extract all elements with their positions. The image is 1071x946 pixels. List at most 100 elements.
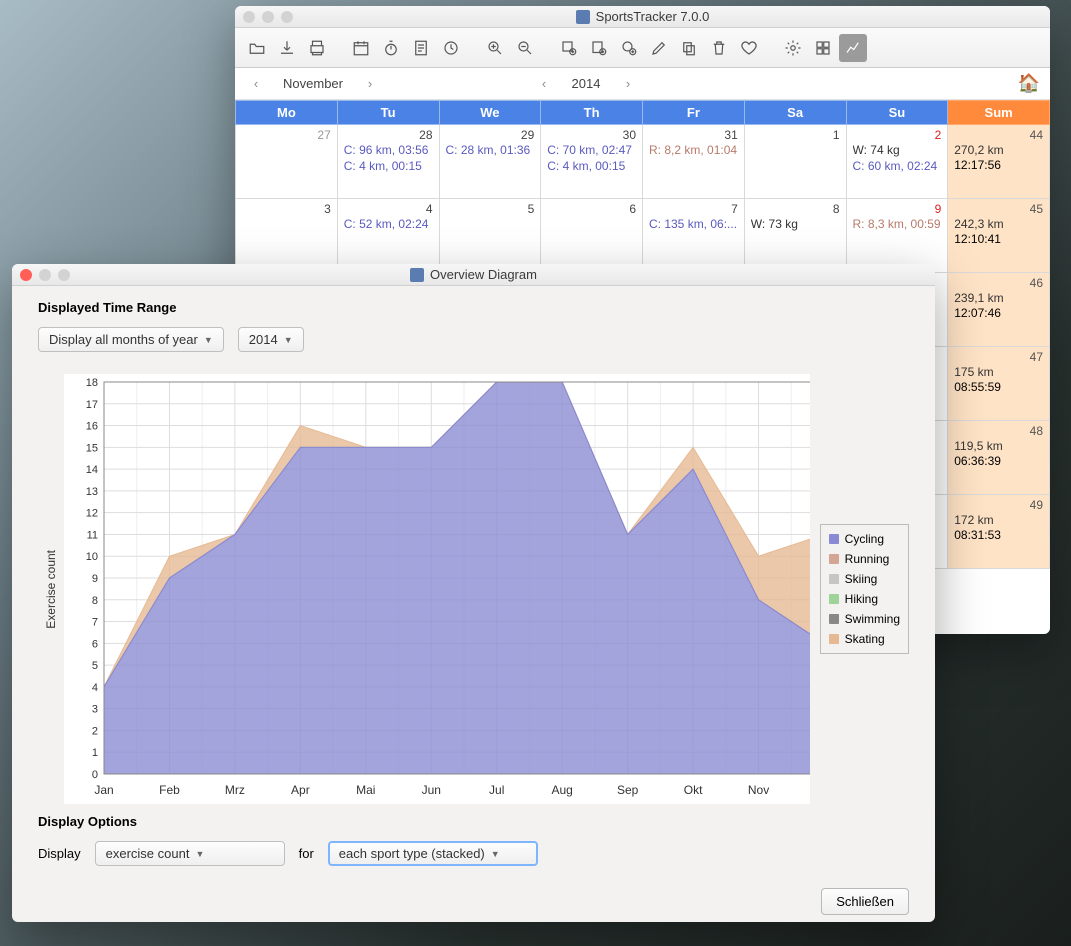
y-axis-label: Exercise count [44,550,58,629]
week-summary: 46239,1 km12:07:46 [948,273,1050,347]
col-header: Tu [337,101,439,125]
main-titlebar: SportsTracker 7.0.0 [235,6,1050,28]
week-summary: 44270,2 km12:17:56 [948,125,1050,199]
svg-text:Apr: Apr [291,783,310,797]
calendar-cell[interactable]: 3 [236,199,338,273]
open-icon[interactable] [243,34,271,62]
calendar-cell[interactable]: 1 [744,125,846,199]
calendar-event[interactable]: C: 70 km, 02:47 [547,142,636,158]
next-year-button[interactable]: › [617,76,639,91]
close-button[interactable]: Schließen [821,888,909,915]
minimize-icon[interactable] [39,269,51,281]
calendar-event[interactable]: W: 74 kg [853,142,942,158]
col-header: Fr [643,101,745,125]
for-label: for [299,846,314,861]
svg-text:8: 8 [92,595,98,607]
add-weight-icon[interactable] [615,34,643,62]
month-label: November [273,76,353,91]
svg-text:Sep: Sep [617,783,639,797]
notes-icon[interactable] [407,34,435,62]
sync-icon[interactable] [437,34,465,62]
svg-text:11: 11 [87,529,98,541]
close-icon[interactable] [20,269,32,281]
calendar-event[interactable]: R: 8,3 km, 00:59 [853,216,942,232]
calendar-event[interactable]: C: 4 km, 00:15 [344,158,433,174]
week-summary: 47175 km08:55:59 [948,347,1050,421]
calendar-cell[interactable]: 7C: 135 km, 06:... [643,199,745,273]
delete-icon[interactable] [705,34,733,62]
calendar-cell[interactable]: 29C: 28 km, 01:36 [439,125,541,199]
svg-text:Jan: Jan [94,783,113,797]
close-icon[interactable] [243,11,255,23]
calendar-cell[interactable]: 28C: 96 km, 03:56C: 4 km, 00:15 [337,125,439,199]
calendar-cell[interactable]: 31R: 8,2 km, 01:04 [643,125,745,199]
calendar-cell[interactable]: 4C: 52 km, 02:24 [337,199,439,273]
heart-icon[interactable] [735,34,763,62]
svg-text:5: 5 [92,660,98,672]
app-icon [410,268,424,282]
metric-select[interactable]: exercise count▼ [95,841,285,866]
legend-item: Swimming [829,609,900,629]
calendar-event[interactable]: W: 73 kg [751,216,840,232]
group-select[interactable]: each sport type (stacked)▼ [328,841,538,866]
prev-month-button[interactable]: ‹ [245,76,267,91]
svg-text:15: 15 [86,442,98,454]
window-title: SportsTracker 7.0.0 [596,9,710,24]
calendar-event[interactable]: C: 52 km, 02:24 [344,216,433,232]
save-icon[interactable] [273,34,301,62]
zoom-icon[interactable] [281,11,293,23]
zoom-in-icon[interactable] [481,34,509,62]
svg-text:Feb: Feb [159,783,180,797]
overview-title: Overview Diagram [430,267,537,282]
settings-icon[interactable] [779,34,807,62]
svg-text:0: 0 [92,769,98,781]
col-header: Th [541,101,643,125]
add-exercise-icon[interactable] [555,34,583,62]
calendar-event[interactable]: C: 135 km, 06:... [649,216,738,232]
col-header: Su [846,101,948,125]
overview-titlebar: Overview Diagram [12,264,935,286]
legend-item: Skating [829,629,900,649]
zoom-out-icon[interactable] [511,34,539,62]
calendar-cell[interactable]: 5 [439,199,541,273]
zoom-icon[interactable] [58,269,70,281]
svg-text:Nov: Nov [748,783,769,797]
stats-icon[interactable] [809,34,837,62]
calendar-cell[interactable]: 8W: 73 kg [744,199,846,273]
svg-text:6: 6 [92,638,98,650]
home-icon[interactable]: 🏠 [1018,73,1040,94]
range-select[interactable]: Display all months of year▼ [38,327,224,352]
calendar-event[interactable]: R: 8,2 km, 01:04 [649,142,738,158]
calendar-icon[interactable] [347,34,375,62]
next-month-button[interactable]: › [359,76,381,91]
year-select[interactable]: 2014▼ [238,327,304,352]
year-label: 2014 [561,76,611,91]
calendar-event[interactable]: C: 4 km, 00:15 [547,158,636,174]
calendar-cell[interactable]: 9R: 8,3 km, 00:59 [846,199,948,273]
minimize-icon[interactable] [262,11,274,23]
svg-text:17: 17 [86,399,98,411]
calendar-event[interactable]: C: 60 km, 02:24 [853,158,942,174]
prev-year-button[interactable]: ‹ [533,76,555,91]
svg-text:3: 3 [92,704,98,716]
svg-text:Jun: Jun [422,783,441,797]
print-icon[interactable] [303,34,331,62]
calendar-cell[interactable]: 30C: 70 km, 02:47C: 4 km, 00:15 [541,125,643,199]
app-icon [576,10,590,24]
calendar-event[interactable]: C: 28 km, 01:36 [446,142,535,158]
toolbar [235,28,1050,68]
calendar-cell[interactable]: 6 [541,199,643,273]
legend-item: Skiing [829,569,900,589]
edit-icon[interactable] [645,34,673,62]
svg-text:12: 12 [86,508,98,520]
add-note-icon[interactable] [585,34,613,62]
week-summary: 48119,5 km06:36:39 [948,421,1050,495]
stopwatch-icon[interactable] [377,34,405,62]
calendar-cell[interactable]: 27 [236,125,338,199]
display-label: Display [38,846,81,861]
calendar-cell[interactable]: 2W: 74 kgC: 60 km, 02:24 [846,125,948,199]
chart-view-icon[interactable] [839,34,867,62]
copy-icon[interactable] [675,34,703,62]
svg-text:9: 9 [92,573,98,585]
calendar-event[interactable]: C: 96 km, 03:56 [344,142,433,158]
